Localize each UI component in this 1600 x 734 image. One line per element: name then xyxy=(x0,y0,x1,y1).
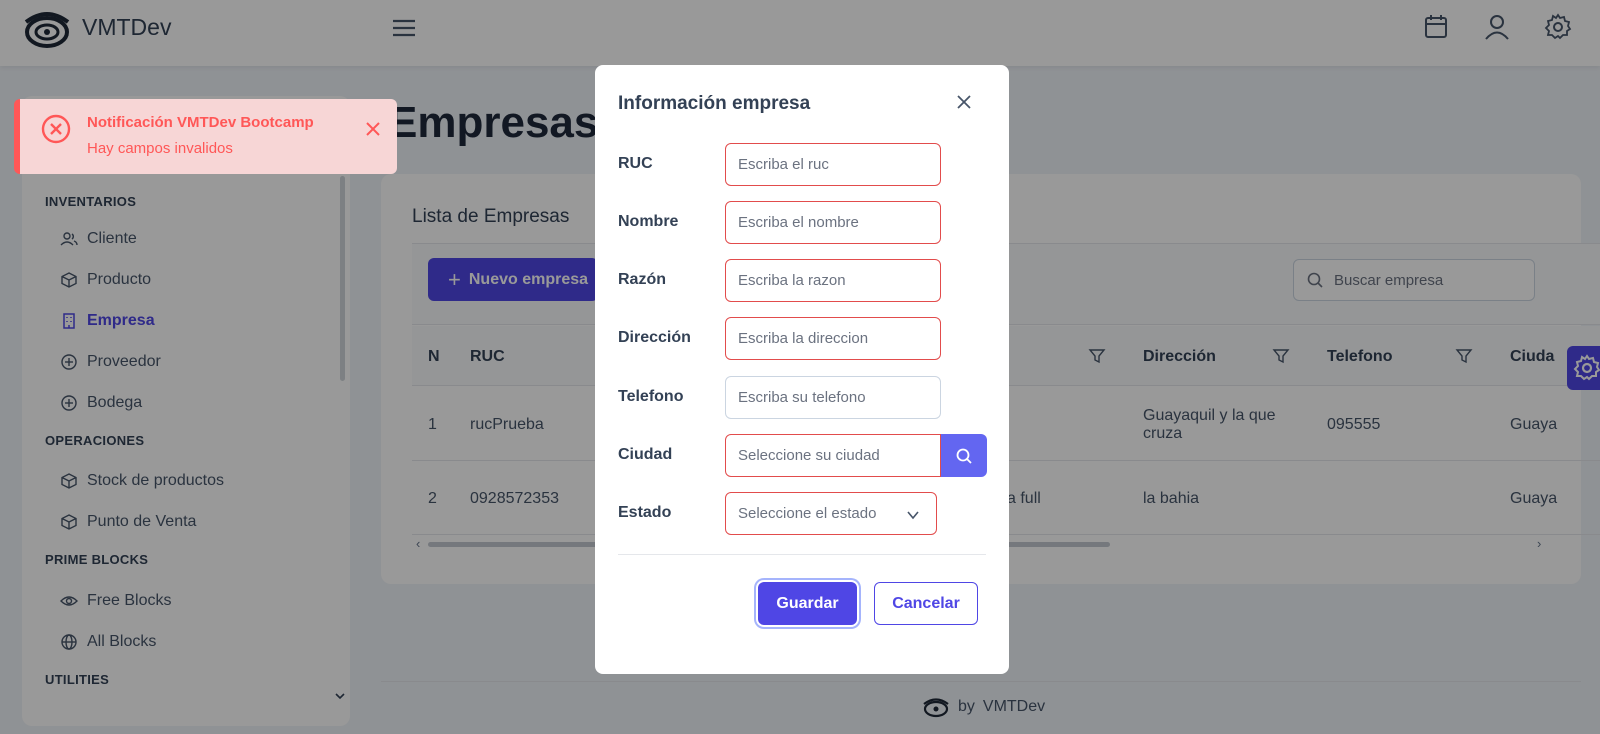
razon-input[interactable] xyxy=(725,259,941,302)
chevron-down-icon xyxy=(907,511,919,520)
dialog-title: Información empresa xyxy=(618,93,811,114)
ciudad-input[interactable] xyxy=(725,434,941,477)
direccion-label: Dirección xyxy=(618,329,691,346)
cancel-button[interactable]: Cancelar xyxy=(874,582,978,625)
ciudad-search-button[interactable] xyxy=(941,434,987,477)
ciudad-label: Ciudad xyxy=(618,446,673,463)
save-button[interactable]: Guardar xyxy=(758,582,857,625)
ruc-label: RUC xyxy=(618,155,653,172)
estado-dropdown[interactable]: Seleccione el estado xyxy=(725,492,937,535)
ciudad-field xyxy=(725,434,987,477)
toast-title: Notificación VMTDev Bootcamp xyxy=(87,114,314,131)
error-circle-icon xyxy=(41,114,71,144)
telefono-input[interactable] xyxy=(725,376,941,419)
company-dialog: Información empresa RUC Nombre Razón Dir… xyxy=(595,65,1009,674)
ruc-input[interactable] xyxy=(725,143,941,186)
error-toast: Notificación VMTDev Bootcamp Hay campos … xyxy=(14,99,397,174)
toast-message: Hay campos invalidos xyxy=(87,140,233,157)
direccion-input[interactable] xyxy=(725,317,941,360)
estado-placeholder: Seleccione el estado xyxy=(738,505,877,522)
estado-label: Estado xyxy=(618,504,672,521)
telefono-label: Telefono xyxy=(618,388,684,405)
close-icon[interactable] xyxy=(955,93,973,111)
nombre-input[interactable] xyxy=(725,201,941,244)
search-icon xyxy=(956,448,972,464)
dialog-divider xyxy=(618,554,986,555)
close-icon[interactable] xyxy=(364,120,382,138)
nombre-label: Nombre xyxy=(618,213,679,230)
razon-label: Razón xyxy=(618,271,666,288)
